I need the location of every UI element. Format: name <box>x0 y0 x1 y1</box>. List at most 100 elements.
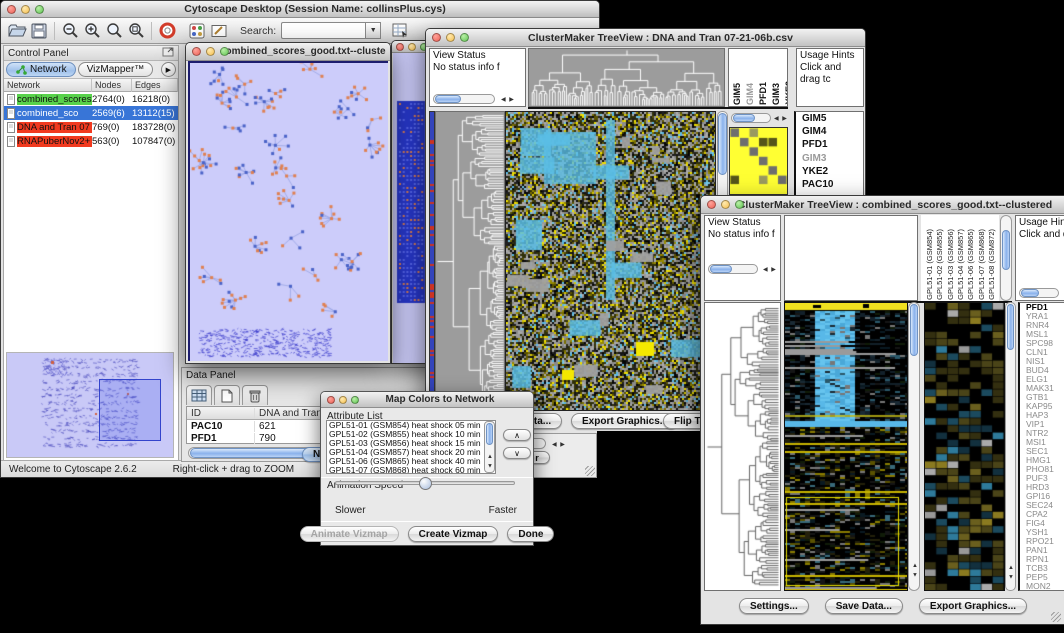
scroll-arrows[interactable]: ◀ ▶ <box>552 441 566 448</box>
tab-vizmapper[interactable]: VizMapper™ <box>78 62 154 77</box>
scroll-arrows[interactable]: ◀ ▶ <box>763 266 777 273</box>
minimize-icon[interactable] <box>721 200 730 209</box>
move-up-button[interactable]: ∧ <box>503 429 531 441</box>
main-titlebar[interactable]: Cytoscape Desktop (Session Name: collins… <box>1 1 599 18</box>
tv2-heatmap-vscrollbar[interactable]: ▲ ▼ <box>908 302 920 591</box>
tv2-gene-label[interactable]: MON2 <box>1023 582 1064 591</box>
attribute-listbox[interactable]: GPL51-01 (GSM854) heat shock 05 minGPL51… <box>326 420 496 474</box>
create-vizmap-button[interactable]: Create Vizmap <box>408 526 499 542</box>
zoom-fit-button[interactable] <box>125 20 147 42</box>
zoom-in-button[interactable] <box>81 20 103 42</box>
overview-viewport-rect[interactable] <box>99 379 161 441</box>
col-network[interactable]: Network <box>4 79 92 92</box>
zoom-window-icon[interactable] <box>220 47 229 56</box>
treeview2-titlebar[interactable]: ClusterMaker TreeView : combined_scores_… <box>701 196 1064 214</box>
tv2-column-label[interactable]: GPL51-06 (GSM865) <box>966 229 975 300</box>
minimize-icon[interactable] <box>21 5 30 14</box>
tv1-zoom-hscroll-thumb[interactable] <box>733 114 755 122</box>
tv2-column-label[interactable]: GPL51-01 (GSM854) <box>925 229 934 300</box>
zoom-window-icon[interactable] <box>351 396 359 404</box>
zoom-window-icon[interactable] <box>460 33 469 42</box>
tv1-gene-label[interactable]: YKE2 <box>799 165 863 178</box>
move-down-button[interactable]: ∨ <box>503 447 531 459</box>
tv1-column-label[interactable]: GIM5 <box>732 83 742 105</box>
tv1-row-dendrogram[interactable] <box>435 111 505 411</box>
tv1-gene-label[interactable]: PFD1 <box>799 138 863 151</box>
col-id[interactable]: ID <box>187 408 255 419</box>
minimize-icon[interactable] <box>408 43 416 51</box>
tv1-gene-label[interactable]: GIM5 <box>799 112 863 125</box>
minimize-icon[interactable] <box>446 33 455 42</box>
minimize-icon[interactable] <box>339 396 347 404</box>
close-icon[interactable] <box>707 200 716 209</box>
tv2-settings-button[interactable]: Settings... <box>739 598 809 614</box>
col-edges[interactable]: Edges <box>132 79 178 92</box>
search-combobox[interactable]: ▼ <box>281 22 381 39</box>
scroll-arrows[interactable]: ▲ ▼ <box>487 454 493 471</box>
dialog-titlebar[interactable]: Map Colors to Network <box>321 392 533 408</box>
tv1-zoom-hscrollbar[interactable] <box>731 113 771 123</box>
tv2-column-label[interactable]: GPL51-02 (GSM855) <box>935 229 944 300</box>
zoom-out-button[interactable] <box>59 20 81 42</box>
attribute-list-vscrollbar[interactable]: ▲ ▼ <box>484 421 495 473</box>
tv2-column-label[interactable]: GPL51-07 (GSM868) <box>977 229 986 300</box>
tv1-zoom-heatmap[interactable] <box>729 127 788 195</box>
resize-grip[interactable] <box>585 466 595 476</box>
network-table-row[interactable]: DNA and Tran 07 769(0) 183728(0) <box>4 120 178 134</box>
tv2-hints-hscrollbar[interactable] <box>1019 288 1059 298</box>
tv1-gene-label[interactable]: GIM3 <box>799 152 863 165</box>
tv2-labels-vscroll-thumb[interactable] <box>1002 230 1010 270</box>
network-table-row[interactable]: RNAPuberNov2+ 563(0) 107847(0) <box>4 134 178 148</box>
window-controls[interactable] <box>7 5 44 14</box>
network-table-row[interactable]: combined_scores 2764(0) 16218(0) <box>4 92 178 106</box>
resize-grip[interactable] <box>1051 612 1061 622</box>
done-button[interactable]: Done <box>507 526 554 542</box>
annotation-icon[interactable] <box>208 20 230 42</box>
zoom-window-icon[interactable] <box>735 200 744 209</box>
scroll-arrows[interactable]: ◀ ▶ <box>501 96 515 103</box>
close-icon[interactable] <box>396 43 404 51</box>
search-dropdown-button[interactable]: ▼ <box>365 22 381 39</box>
animation-speed-slider[interactable] <box>335 481 515 485</box>
tv2-export-graphics-button[interactable]: Export Graphics... <box>919 598 1027 614</box>
tv2-column-label[interactable]: GPL51-03 (GSM856) <box>946 229 955 300</box>
scroll-arrows[interactable]: ◀ ▶ <box>774 115 788 122</box>
tv2-labels-vscrollbar[interactable] <box>1000 215 1012 301</box>
float-panel-icon[interactable] <box>162 46 174 60</box>
attribute-list-vscroll-thumb[interactable] <box>486 423 493 445</box>
delete-attribute-tab-icon[interactable] <box>242 385 268 405</box>
scroll-arrows[interactable]: ▲ ▼ <box>1008 565 1014 582</box>
tv1-status-hscroll-thumb[interactable] <box>435 95 461 103</box>
treeview1-titlebar[interactable]: ClusterMaker TreeView : DNA and Tran 07-… <box>426 29 865 47</box>
close-icon[interactable] <box>432 33 441 42</box>
tv1-column-label[interactable]: GIM4 <box>745 83 755 105</box>
tv2-heatmap[interactable] <box>784 302 908 591</box>
tv2-status-hscroll-thumb[interactable] <box>710 265 732 273</box>
zoom-selected-button[interactable] <box>103 20 125 42</box>
tv1-status-hscrollbar[interactable] <box>433 94 495 104</box>
close-icon[interactable] <box>327 396 335 404</box>
network-canvas[interactable] <box>190 63 388 361</box>
zoom-window-icon[interactable] <box>35 5 44 14</box>
tab-network[interactable]: Network <box>6 62 76 77</box>
tv2-heatmap-vscroll-thumb[interactable] <box>910 304 918 356</box>
minimize-icon[interactable] <box>206 47 215 56</box>
network-titlebar[interactable]: combined_scores_good.txt--cluste... <box>186 43 390 61</box>
tv2-zoom-heatmap[interactable] <box>924 302 1005 591</box>
tv1-column-label[interactable]: YKE2 <box>784 81 788 105</box>
tv1-heatmap-vscroll-thumb[interactable] <box>718 113 727 175</box>
open-session-button[interactable] <box>6 20 28 42</box>
help-button[interactable] <box>156 20 178 42</box>
tv1-gene-label[interactable]: PAC10 <box>799 178 863 191</box>
tv2-zoom-vscrollbar[interactable]: ▲ ▼ <box>1005 302 1016 591</box>
tv1-column-dendrogram[interactable] <box>528 48 725 107</box>
animate-vizmap-button[interactable]: Animate Vizmap <box>300 526 399 542</box>
tab-overflow-button[interactable]: ▶ <box>161 62 176 77</box>
close-icon[interactable] <box>192 47 201 56</box>
close-icon[interactable] <box>7 5 16 14</box>
tv2-save-data-button[interactable]: Save Data... <box>825 598 903 614</box>
tv2-column-dendrogram[interactable] <box>784 215 918 301</box>
tv2-zoom-vscroll-thumb[interactable] <box>1007 304 1014 350</box>
tv2-column-label[interactable]: GPL51-04 (GSM857) <box>956 229 965 300</box>
search-input[interactable] <box>281 22 365 39</box>
